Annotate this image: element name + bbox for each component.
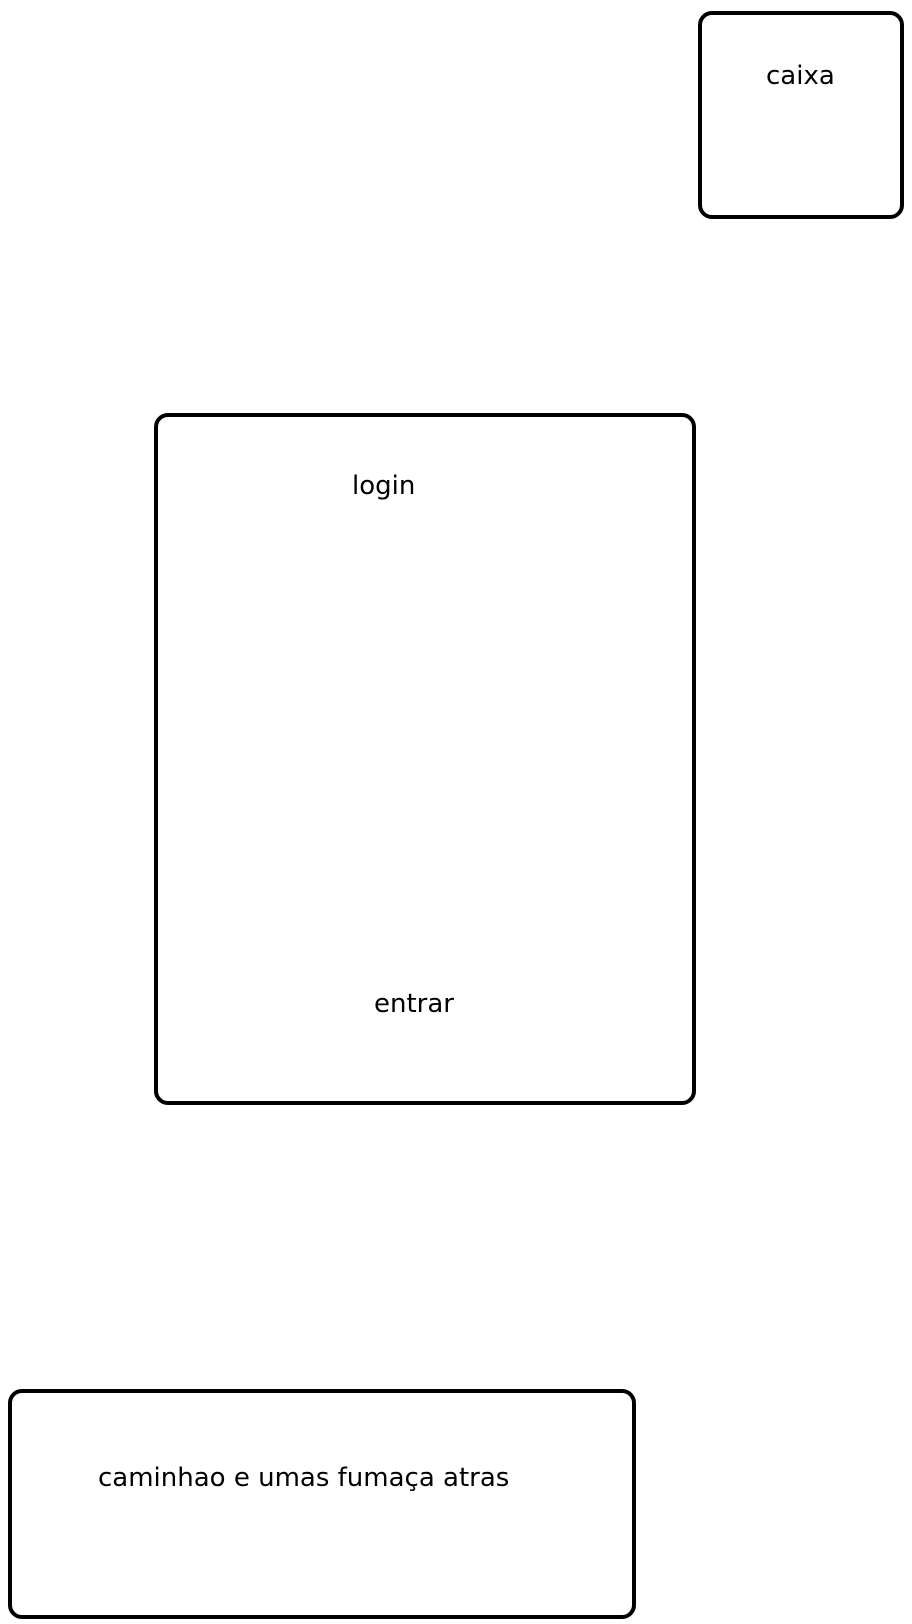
truck-smoke-box: caminhao e umas fumaça atras: [8, 1389, 636, 1619]
entrar-label: entrar: [374, 989, 454, 1019]
login-title: login: [352, 471, 416, 501]
caixa-label: caixa: [766, 61, 835, 91]
truck-smoke-label: caminhao e umas fumaça atras: [98, 1463, 510, 1493]
caixa-box: caixa: [698, 11, 904, 219]
login-box: login entrar: [154, 413, 696, 1105]
